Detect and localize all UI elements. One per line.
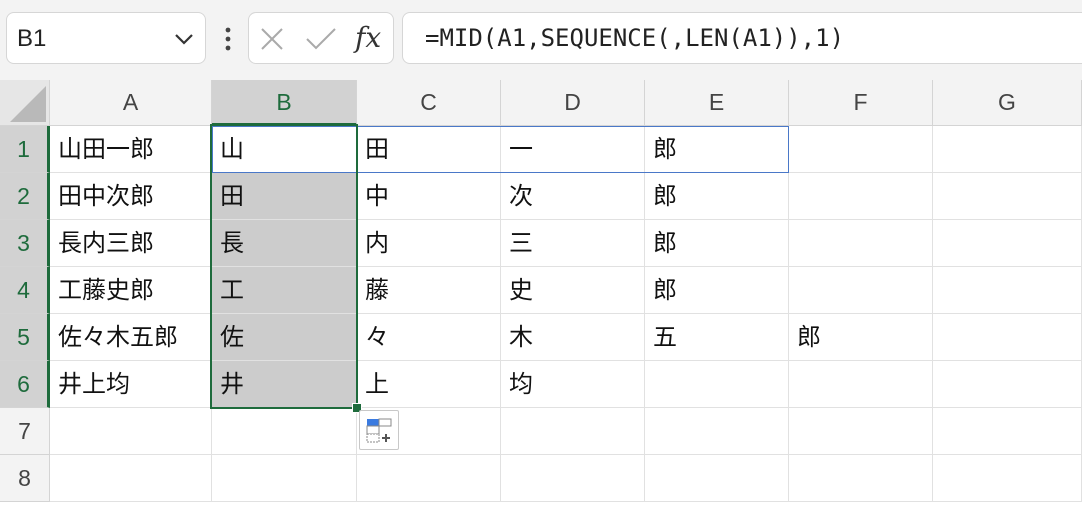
cell-a4[interactable]: 工藤史郎 (50, 267, 212, 314)
cell-f2[interactable] (789, 173, 933, 220)
vertical-dots-icon[interactable] (220, 24, 236, 54)
cell-c2[interactable]: 中 (357, 173, 501, 220)
column-header-b[interactable]: B (212, 80, 357, 126)
name-box-value[interactable]: B1 (17, 25, 46, 53)
cell-e4[interactable]: 郎 (645, 267, 789, 314)
row-header-4[interactable]: 4 (0, 267, 50, 314)
cell-d3[interactable]: 三 (501, 220, 645, 267)
cell-a7[interactable] (50, 408, 212, 455)
cell-a8[interactable] (50, 455, 212, 502)
cell-d2[interactable]: 次 (501, 173, 645, 220)
cell-f8[interactable] (789, 455, 933, 502)
cell-d1[interactable]: 一 (501, 126, 645, 173)
cell-b4[interactable]: 工 (212, 267, 357, 314)
cell-f5[interactable]: 郎 (789, 314, 933, 361)
column-header-f[interactable]: F (789, 80, 933, 126)
cell-d4[interactable]: 史 (501, 267, 645, 314)
formula-input[interactable]: =MID(A1,SEQUENCE(,LEN(A1)),1) (402, 12, 1082, 64)
cell-c4[interactable]: 藤 (357, 267, 501, 314)
cell-f4[interactable] (789, 267, 933, 314)
formula-bar-area: B1 fx =MID(A1,SEQUENCE(,LEN(A1)),1) (0, 0, 1082, 80)
name-box[interactable]: B1 (6, 12, 206, 64)
cell-g2[interactable] (933, 173, 1082, 220)
chevron-down-icon[interactable] (173, 31, 195, 47)
column-header-a[interactable]: A (50, 80, 212, 126)
cell-d6[interactable]: 均 (501, 361, 645, 408)
cell-c8[interactable] (357, 455, 501, 502)
row-header-5[interactable]: 5 (0, 314, 50, 361)
cell-g7[interactable] (933, 408, 1082, 455)
cell-g1[interactable] (933, 126, 1082, 173)
cell-c5[interactable]: 々 (357, 314, 501, 361)
cell-g8[interactable] (933, 455, 1082, 502)
cell-b5[interactable]: 佐 (212, 314, 357, 361)
cell-a6[interactable]: 井上均 (50, 361, 212, 408)
column-header-c[interactable]: C (357, 80, 501, 126)
cell-e5[interactable]: 五 (645, 314, 789, 361)
row-header-1[interactable]: 1 (0, 126, 50, 173)
fx-icon[interactable]: fx (355, 21, 381, 54)
cell-d8[interactable] (501, 455, 645, 502)
cell-b6[interactable]: 井 (212, 361, 357, 408)
row-header-3[interactable]: 3 (0, 220, 50, 267)
cell-c3[interactable]: 内 (357, 220, 501, 267)
row-header-8[interactable]: 8 (0, 455, 50, 502)
column-header-g[interactable]: G (933, 80, 1082, 126)
cell-f1[interactable] (789, 126, 933, 173)
cell-f3[interactable] (789, 220, 933, 267)
column-header-d[interactable]: D (501, 80, 645, 126)
cell-e2[interactable]: 郎 (645, 173, 789, 220)
cell-a3[interactable]: 長内三郎 (50, 220, 212, 267)
cell-b8[interactable] (212, 455, 357, 502)
cell-e8[interactable] (645, 455, 789, 502)
cell-e1[interactable]: 郎 (645, 126, 789, 173)
cell-g3[interactable] (933, 220, 1082, 267)
close-icon[interactable] (259, 26, 285, 52)
row-header-6[interactable]: 6 (0, 361, 50, 408)
spreadsheet-grid: A B C D E F G 1 山田一郎山田一郎 2 田中次郎田中次郎 3 長内三郎長内三郎 4 工藤史郎工… (0, 80, 1082, 505)
cell-f7[interactable] (789, 408, 933, 455)
cell-e3[interactable]: 郎 (645, 220, 789, 267)
row-header-2[interactable]: 2 (0, 173, 50, 220)
cell-b3[interactable]: 長 (212, 220, 357, 267)
cell-a5[interactable]: 佐々木五郎 (50, 314, 212, 361)
formula-text[interactable]: =MID(A1,SEQUENCE(,LEN(A1)),1) (425, 24, 844, 52)
cell-c6[interactable]: 上 (357, 361, 501, 408)
cell-b7[interactable] (212, 408, 357, 455)
cell-a2[interactable]: 田中次郎 (50, 173, 212, 220)
select-all-button[interactable] (0, 80, 50, 126)
cell-g6[interactable] (933, 361, 1082, 408)
cell-e6[interactable] (645, 361, 789, 408)
checkmark-icon[interactable] (305, 26, 337, 52)
cell-g5[interactable] (933, 314, 1082, 361)
row-header-7[interactable]: 7 (0, 408, 50, 455)
column-header-e[interactable]: E (645, 80, 789, 126)
cell-g4[interactable] (933, 267, 1082, 314)
quick-analysis-icon[interactable] (359, 410, 399, 450)
cell-d5[interactable]: 木 (501, 314, 645, 361)
cell-a1[interactable]: 山田一郎 (50, 126, 212, 173)
cell-b1[interactable]: 山 (212, 126, 357, 173)
cell-c1[interactable]: 田 (357, 126, 501, 173)
formula-buttons: fx (248, 12, 394, 64)
cell-f6[interactable] (789, 361, 933, 408)
cell-e7[interactable] (645, 408, 789, 455)
cell-b2[interactable]: 田 (212, 173, 357, 220)
cell-d7[interactable] (501, 408, 645, 455)
